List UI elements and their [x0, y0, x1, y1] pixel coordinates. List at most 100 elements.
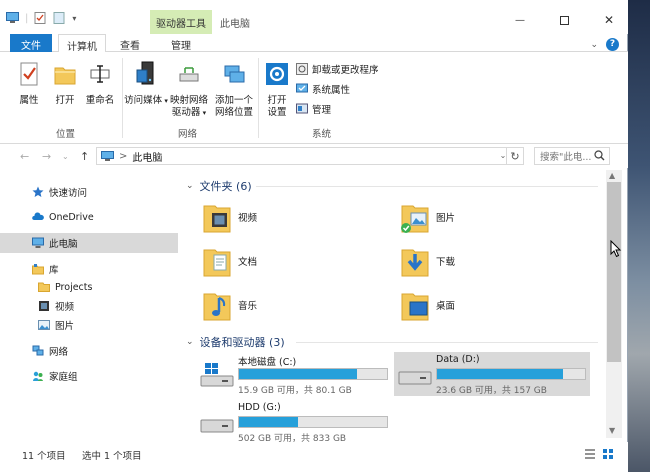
- folder-tile-pictures[interactable]: 图片: [400, 200, 455, 234]
- nav-item-homegroup[interactable]: 家庭组: [0, 366, 178, 386]
- properties-icon[interactable]: [34, 12, 47, 24]
- tiles-view-icon[interactable]: [602, 448, 614, 460]
- gear-icon: [266, 63, 288, 85]
- drive-name: 本地磁盘 (C:): [238, 357, 297, 368]
- computer-icon: [32, 237, 44, 248]
- drive-usage-fill: [239, 369, 358, 379]
- desktop-folder-icon: [401, 293, 429, 321]
- help-icon[interactable]: ?: [606, 38, 619, 51]
- up-button[interactable]: ↑: [80, 150, 89, 163]
- scrollbar-thumb[interactable]: [607, 182, 621, 362]
- drive-name: HDD (G:): [238, 402, 281, 413]
- section-folders-header[interactable]: ⌄ 文件夹 (6): [186, 178, 252, 194]
- open-button[interactable]: 打开: [50, 60, 80, 107]
- ribbon-controls: ⌄ ?: [590, 38, 619, 51]
- folder-name: 图片: [436, 213, 456, 224]
- qat-divider: |: [25, 12, 29, 24]
- drive-tile-c[interactable]: 本地磁盘 (C:) 15.9 GB 可用，共 80.1 GB: [196, 352, 392, 396]
- drive-info: 15.9 GB 可用，共 80.1 GB: [238, 386, 352, 396]
- tab-computer[interactable]: 计算机: [58, 34, 106, 53]
- library-icon: [32, 264, 44, 275]
- folder-name: 视频: [238, 213, 258, 224]
- nav-item-libraries[interactable]: 库: [0, 259, 178, 279]
- chevron-down-icon: ⌄: [186, 337, 194, 347]
- scroll-up-icon[interactable]: ▲: [609, 171, 615, 180]
- tab-view[interactable]: 查看: [112, 34, 148, 52]
- computer-icon[interactable]: [6, 12, 19, 24]
- access-media-button[interactable]: 访问媒体 ▾: [124, 60, 168, 107]
- star-icon: [32, 186, 44, 197]
- add-network-location-button[interactable]: 添加一个 网络位置: [212, 60, 256, 119]
- folder-tile-desktop[interactable]: 桌面: [400, 288, 455, 322]
- drive-tile-d[interactable]: Data (D:) 23.6 GB 可用，共 157 GB: [394, 352, 590, 396]
- map-network-drive-button[interactable]: 映射网络 驱动器 ▾: [168, 60, 210, 119]
- music-folder-icon: [203, 293, 231, 321]
- homegroup-icon: [33, 371, 43, 381]
- hard-drive-icon: [200, 419, 234, 433]
- nav-item-network[interactable]: 网络: [0, 341, 178, 361]
- uninstall-programs-button[interactable]: 卸载或更改程序: [296, 62, 379, 76]
- back-button[interactable]: ←: [20, 150, 29, 163]
- tab-file[interactable]: 文件: [10, 34, 52, 52]
- folder-tile-videos[interactable]: 视频: [202, 200, 257, 234]
- nav-item-videos[interactable]: 视频: [0, 296, 178, 316]
- ribbon: 属性 打开 重命名 位置 访问媒体 ▾ 映射网络 驱动器 ▾ 添加一个 网络位置…: [0, 52, 628, 144]
- breadcrumb-this-pc[interactable]: 此电脑: [132, 149, 162, 164]
- system-properties-button[interactable]: 系统属性: [296, 82, 350, 96]
- scroll-down-icon[interactable]: ▼: [609, 426, 615, 435]
- group-label-location: 位置: [56, 129, 76, 140]
- open-label: 打开: [55, 95, 75, 106]
- tab-manage[interactable]: 管理: [156, 34, 206, 52]
- map-drive-label-1: 映射网络: [169, 95, 208, 106]
- drive-usage-bar: [436, 368, 586, 380]
- folder-name: 下载: [436, 257, 456, 268]
- recent-locations-icon[interactable]: ⌄: [62, 152, 69, 161]
- nav-item-projects[interactable]: Projects: [0, 277, 178, 297]
- nav-item-quick-access[interactable]: 快速访问: [0, 182, 178, 202]
- address-bar[interactable]: > 此电脑: [96, 147, 524, 165]
- close-button[interactable]: ✕: [594, 10, 624, 30]
- refresh-button[interactable]: ↻: [506, 147, 524, 165]
- folder-name: 桌面: [436, 301, 456, 312]
- vertical-scrollbar[interactable]: ▲ ▼: [606, 170, 622, 438]
- collapse-ribbon-icon[interactable]: ⌄: [590, 40, 598, 50]
- drive-tile-g[interactable]: HDD (G:) 502 GB 可用，共 833 GB: [196, 400, 392, 444]
- nav-item-onedrive[interactable]: OneDrive: [0, 207, 178, 227]
- rename-icon: [90, 65, 110, 83]
- drive-usage-fill: [239, 417, 299, 427]
- nav-item-pictures[interactable]: 图片: [0, 315, 178, 335]
- title-bar: | ▾ 驱动器工具 此电脑 — ✕: [0, 0, 628, 34]
- system-properties-label: 系统属性: [312, 85, 351, 96]
- network-icon: [32, 345, 44, 356]
- search-icon: [594, 150, 605, 161]
- open-settings-button[interactable]: 打开 设置: [262, 60, 292, 119]
- hard-drive-icon: [398, 371, 432, 385]
- maximize-button[interactable]: [549, 10, 579, 30]
- qat-dropdown-icon[interactable]: ▾: [72, 14, 76, 23]
- manage-button[interactable]: 管理: [296, 102, 331, 116]
- folder-tile-documents[interactable]: 文档: [202, 244, 257, 278]
- computer-icon: [101, 150, 114, 161]
- navigation-bar: ← → ⌄ ↑ > 此电脑 ⌄ ↻ 搜索"此电...: [0, 144, 628, 168]
- pictures-folder-icon: [401, 205, 429, 233]
- folder-name: 音乐: [238, 301, 258, 312]
- section-drives-header[interactable]: ⌄ 设备和驱动器 (3): [186, 334, 285, 350]
- search-placeholder: 搜索"此电...: [540, 152, 592, 163]
- search-input[interactable]: 搜索"此电...: [534, 147, 610, 165]
- folder-icon: [38, 282, 50, 292]
- drive-usage-bar: [238, 368, 388, 380]
- ribbon-tabs: 文件 计算机 查看 管理: [0, 34, 628, 53]
- rename-button[interactable]: 重命名: [82, 60, 118, 107]
- folder-tile-music[interactable]: 音乐: [202, 288, 257, 322]
- new-folder-icon[interactable]: [53, 12, 66, 24]
- videos-folder-icon: [203, 205, 231, 233]
- nav-label: 快速访问: [49, 188, 88, 199]
- group-separator: [122, 58, 123, 138]
- forward-button[interactable]: →: [42, 150, 51, 163]
- details-view-icon[interactable]: [584, 448, 596, 460]
- minimize-button[interactable]: —: [505, 10, 535, 30]
- group-label-network: 网络: [178, 129, 198, 140]
- properties-button[interactable]: 属性: [14, 60, 44, 107]
- nav-item-this-pc[interactable]: 此电脑: [0, 233, 178, 253]
- folder-tile-downloads[interactable]: 下载: [400, 244, 455, 278]
